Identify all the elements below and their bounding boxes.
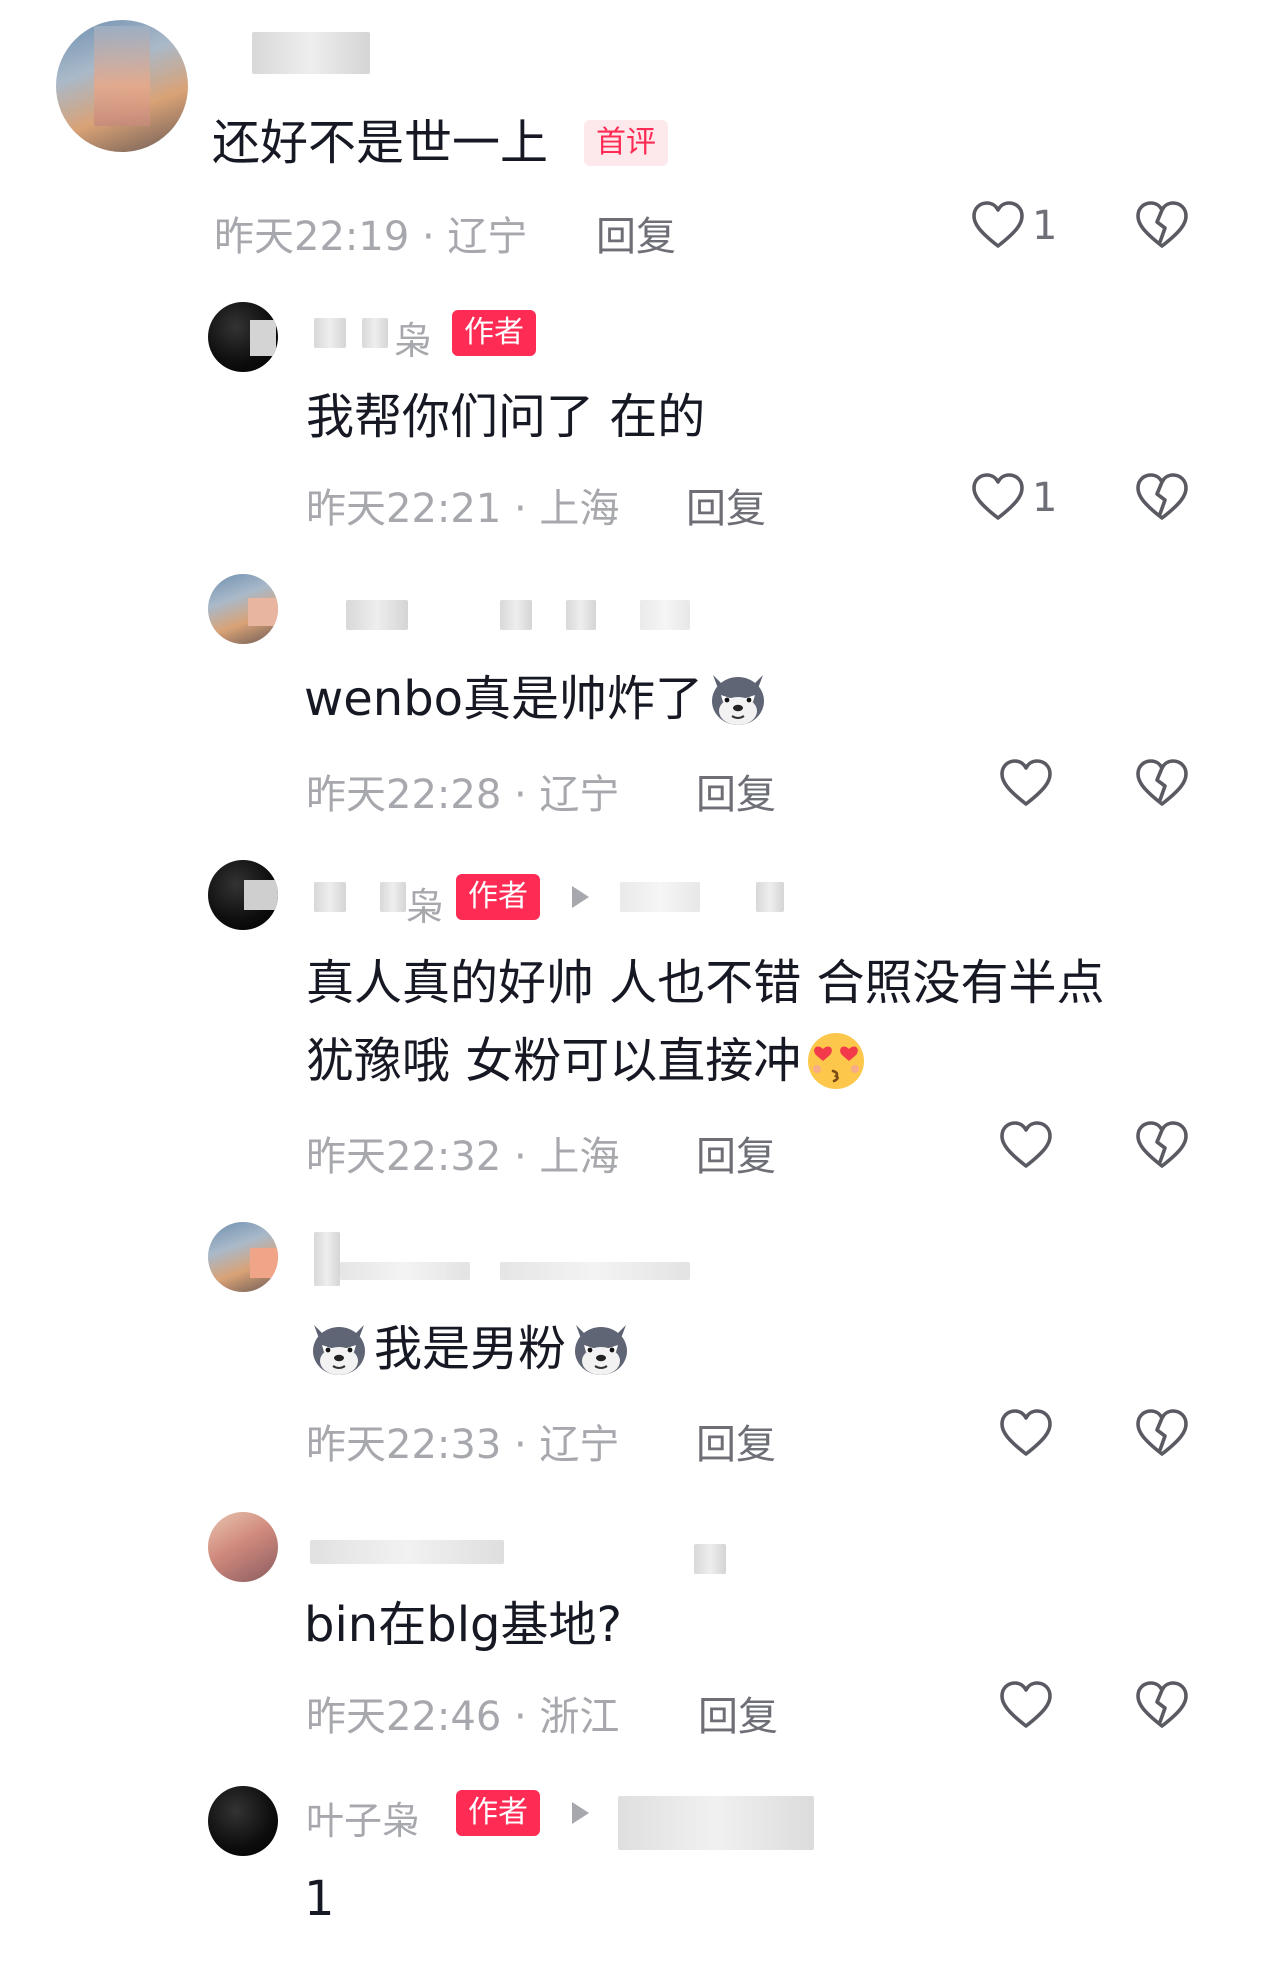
avatar[interactable] xyxy=(208,302,278,372)
broken-heart-icon xyxy=(1134,470,1190,526)
comment-text: bin在blg基地? xyxy=(304,1597,622,1653)
heart-outline-icon xyxy=(998,756,1054,812)
reply-to-username-redacted[interactable] xyxy=(756,882,784,912)
broken-heart-icon xyxy=(1134,756,1190,812)
like-button[interactable] xyxy=(998,1118,1054,1174)
username-redacted[interactable] xyxy=(694,1544,726,1574)
broken-heart-icon xyxy=(1134,1678,1190,1734)
like-button[interactable] xyxy=(998,1406,1054,1462)
username-redacted[interactable] xyxy=(500,1262,690,1280)
comment-meta: 昨天22:33 · 辽宁 xyxy=(306,1422,620,1468)
username-redacted[interactable] xyxy=(310,1540,504,1564)
comment-text: wenbo真是帅炸了 xyxy=(304,660,773,738)
first-comment-badge: 首评 xyxy=(584,120,668,166)
username-visible-part[interactable]: 枭 xyxy=(406,876,444,931)
broken-heart-icon xyxy=(1134,198,1190,254)
like-button[interactable] xyxy=(998,756,1054,812)
play-arrow-icon xyxy=(572,1802,589,1824)
username[interactable]: 叶子枭 xyxy=(306,1790,420,1845)
heart-outline-icon xyxy=(998,1678,1054,1734)
username-redacted[interactable] xyxy=(640,600,690,630)
avatar[interactable] xyxy=(208,574,278,644)
wolf-emoji-icon xyxy=(306,1315,372,1381)
reply-button[interactable]: 回复 xyxy=(696,762,776,820)
author-badge: 作者 xyxy=(452,310,536,356)
like-count: 1 xyxy=(1032,475,1058,521)
dislike-button[interactable] xyxy=(1134,1118,1190,1174)
reply-button[interactable]: 回复 xyxy=(696,1412,776,1470)
dislike-button[interactable] xyxy=(1134,756,1190,812)
dislike-button[interactable] xyxy=(1134,1678,1190,1734)
wolf-emoji-icon xyxy=(705,665,771,731)
avatar-mosaic xyxy=(250,320,276,356)
reply-to-username-redacted[interactable] xyxy=(618,1796,814,1850)
comment-text: 还好不是世一上 xyxy=(212,115,549,171)
like-button[interactable] xyxy=(998,1678,1054,1734)
avatar-mosaic xyxy=(250,1248,278,1278)
reply-button[interactable]: 回复 xyxy=(698,1684,778,1742)
dislike-button[interactable] xyxy=(1134,1406,1190,1462)
comment-text-content: 犹豫哦 女粉可以直接冲 xyxy=(306,1033,802,1089)
broken-heart-icon xyxy=(1134,1406,1190,1462)
avatar[interactable] xyxy=(208,860,278,930)
username-redacted[interactable] xyxy=(500,600,532,630)
comment-meta: 昨天22:28 · 辽宁 xyxy=(306,772,620,818)
comment-meta: 昨天22:46 · 浙江 xyxy=(306,1694,620,1740)
author-badge: 作者 xyxy=(456,874,540,920)
avatar-mosaic xyxy=(94,26,150,126)
username-redacted[interactable] xyxy=(566,600,596,630)
comment-meta: 昨天22:32 · 上海 xyxy=(306,1134,620,1180)
username-redacted[interactable] xyxy=(380,882,406,912)
reply-button[interactable]: 回复 xyxy=(686,476,766,534)
author-badge: 作者 xyxy=(456,1790,540,1836)
dislike-button[interactable] xyxy=(1134,470,1190,526)
heart-outline-icon xyxy=(970,198,1026,254)
avatar[interactable] xyxy=(208,1222,278,1292)
avatar[interactable] xyxy=(208,1512,278,1582)
username-redacted[interactable] xyxy=(314,318,346,348)
comment-text-content: 我是男粉 xyxy=(374,1321,567,1377)
heart-outline-icon xyxy=(970,470,1026,526)
heart-outline-icon xyxy=(998,1406,1054,1462)
comment-text: 我帮你们问了 在的 xyxy=(306,389,706,445)
reply-button[interactable]: 回复 xyxy=(596,204,676,262)
comment-text: 我是男粉 xyxy=(304,1310,636,1388)
avatar-mosaic xyxy=(244,880,278,910)
comment-text-line-2: 犹豫哦 女粉可以直接冲 xyxy=(306,1022,869,1100)
comment-text: 1 xyxy=(304,1871,335,1927)
username-visible-part[interactable]: 枭 xyxy=(394,310,432,365)
username-redacted[interactable] xyxy=(252,32,370,74)
like-button[interactable]: 1 xyxy=(970,470,1057,526)
dislike-button[interactable] xyxy=(1134,198,1190,254)
username-redacted[interactable] xyxy=(362,318,388,348)
comment-text-line-1: 真人真的好帅 人也不错 合照没有半点 xyxy=(306,955,1105,1011)
like-count: 1 xyxy=(1032,203,1058,249)
avatar-mosaic xyxy=(248,598,278,626)
username-redacted[interactable] xyxy=(346,600,408,630)
heart-outline-icon xyxy=(998,1118,1054,1174)
username-redacted[interactable] xyxy=(314,1232,340,1286)
comment-meta: 昨天22:19 · 辽宁 xyxy=(214,214,528,260)
comment-meta: 昨天22:21 · 上海 xyxy=(306,486,620,532)
play-arrow-icon xyxy=(572,886,589,908)
avatar[interactable] xyxy=(56,20,188,152)
broken-heart-icon xyxy=(1134,1118,1190,1174)
username-redacted[interactable] xyxy=(314,882,346,912)
reply-button[interactable]: 回复 xyxy=(696,1124,776,1182)
wolf-emoji-icon xyxy=(568,1315,634,1381)
reply-to-username-redacted[interactable] xyxy=(620,882,700,912)
username-redacted[interactable] xyxy=(340,1262,470,1280)
comment-text-content: wenbo真是帅炸了 xyxy=(304,671,704,727)
heart-eyes-emoji-icon xyxy=(803,1027,869,1093)
avatar[interactable] xyxy=(208,1786,278,1856)
like-button[interactable]: 1 xyxy=(970,198,1057,254)
